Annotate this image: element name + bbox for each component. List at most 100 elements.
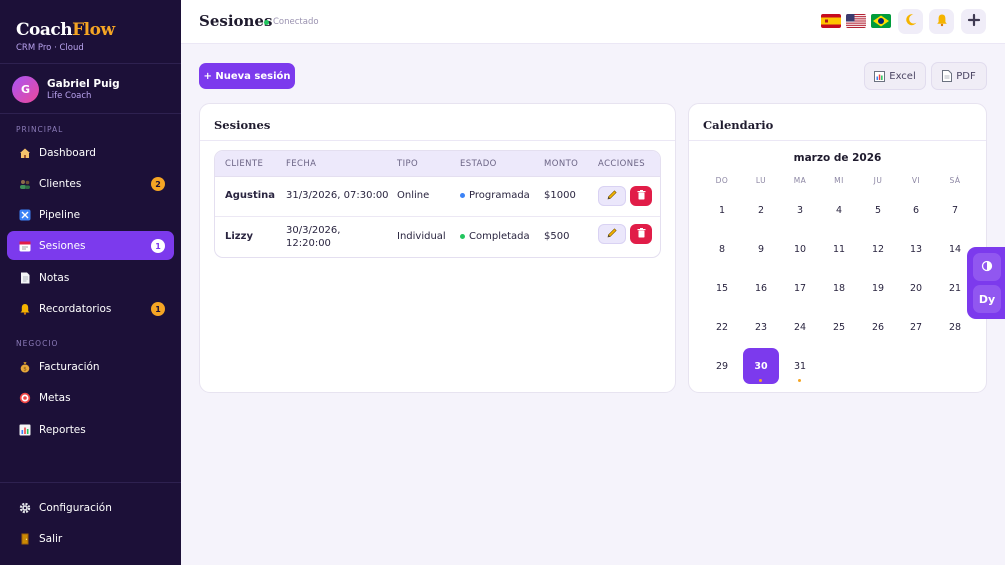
sidebar-item-clientes[interactable]: Clientes 2 — [7, 169, 174, 198]
section-label-negocio: NEGOCIO — [16, 339, 59, 348]
calendar-day-number: 18 — [832, 282, 846, 294]
weekday-label: JU — [873, 176, 883, 185]
target-icon — [18, 391, 31, 404]
contrast-icon — [981, 260, 993, 275]
sidebar-item-facturacion[interactable]: $ Facturación — [7, 352, 174, 381]
calendar-day[interactable]: 18 — [821, 270, 857, 306]
svg-text:$: $ — [23, 366, 27, 372]
sidebar-item-pipeline[interactable]: Pipeline — [7, 200, 174, 229]
delete-button[interactable] — [630, 224, 652, 244]
table-row[interactable]: Agustina 31/3/2026, 07:30:00 Online Prog… — [215, 177, 660, 217]
calendar-day[interactable]: 10 — [782, 231, 818, 267]
calendar-day[interactable]: 15 — [704, 270, 740, 306]
calendar-day[interactable]: 11 — [821, 231, 857, 267]
user-name: Gabriel Puig — [47, 78, 120, 90]
calendar-day[interactable]: 1 — [704, 192, 740, 228]
sidebar-item-label: Salir — [39, 532, 63, 545]
column-header[interactable]: TIPO — [397, 159, 418, 169]
calendar-day[interactable]: 6 — [898, 192, 934, 228]
export-pdf-button[interactable]: PDF — [931, 62, 987, 90]
moon-icon — [904, 13, 918, 30]
calendar-day[interactable]: 23 — [743, 309, 779, 345]
connection-status-label: Conectado — [273, 17, 319, 27]
column-header[interactable]: MONTO — [544, 159, 578, 169]
sessions-card: Sesiones CLIENTE FECHA TIPO ESTADO MONTO… — [199, 103, 676, 393]
calendar-day[interactable]: 7 — [937, 192, 973, 228]
status-dot-icon — [460, 192, 465, 198]
bell-icon — [935, 13, 949, 30]
spreadsheet-icon — [874, 70, 886, 82]
status-dot-icon — [460, 233, 465, 239]
flag-es-icon[interactable] — [821, 14, 841, 28]
sidebar-item-reportes[interactable]: Reportes — [7, 415, 174, 444]
home-icon — [18, 146, 31, 159]
sidebar-item-sesiones[interactable]: Sesiones 1 — [7, 231, 174, 260]
calendar-day-number: 8 — [718, 243, 726, 255]
notifications-button[interactable] — [929, 9, 954, 34]
calendar-day[interactable]: 17 — [782, 270, 818, 306]
calendar-day[interactable]: 8 — [704, 231, 740, 267]
brand-name-part1: Coach — [16, 20, 73, 40]
calendar-day[interactable]: 19 — [860, 270, 896, 306]
column-header[interactable]: ACCIONES — [598, 159, 645, 169]
cell-monto: $500 — [544, 231, 570, 242]
new-session-button[interactable]: + Nueva sesión — [199, 63, 295, 89]
sidebar-item-metas[interactable]: Metas — [7, 383, 174, 412]
calendar-day-number: 22 — [715, 321, 729, 333]
calendar-day[interactable]: 2 — [743, 192, 779, 228]
flag-br-icon[interactable] — [871, 14, 891, 28]
column-header[interactable]: FECHA — [286, 159, 316, 169]
calendar-day[interactable]: 3 — [782, 192, 818, 228]
delete-button[interactable] — [630, 186, 652, 206]
contrast-button[interactable] — [973, 253, 1001, 281]
calendar-day[interactable]: 29 — [704, 348, 740, 384]
divider — [0, 63, 181, 64]
weekday-label: MA — [793, 176, 807, 185]
calendar-day-number: 24 — [793, 321, 807, 333]
calendar-day[interactable]: 9 — [743, 231, 779, 267]
calendar-day[interactable]: 5 — [860, 192, 896, 228]
calendar-day[interactable]: 25 — [821, 309, 857, 345]
calendar-day[interactable]: 26 — [860, 309, 896, 345]
column-header[interactable]: ESTADO — [460, 159, 497, 169]
event-dot-icon — [798, 379, 801, 382]
calendar-day[interactable]: 12 — [860, 231, 896, 267]
calendar-day[interactable]: 24 — [782, 309, 818, 345]
theme-toggle-button[interactable] — [898, 9, 923, 34]
export-excel-button[interactable]: Excel — [864, 62, 926, 90]
calendar-day-today[interactable]: 30 — [743, 348, 779, 384]
brand-logo[interactable]: CoachFlow — [16, 20, 115, 40]
calendar-day[interactable]: 16 — [743, 270, 779, 306]
calendar-card: Calendario marzo de 2026 DO LU MA MI JU VI SÁ 1… — [688, 103, 987, 393]
calendar-month-label: marzo de 2026 — [793, 152, 882, 164]
cell-monto: $1000 — [544, 190, 576, 201]
column-header[interactable]: CLIENTE — [225, 159, 263, 169]
calendar-day[interactable]: 27 — [898, 309, 934, 345]
sidebar-item-label: Dashboard — [39, 146, 96, 159]
calendar-day[interactable]: 4 — [821, 192, 857, 228]
flag-us-icon[interactable] — [846, 14, 866, 28]
weekday-label: LU — [755, 176, 767, 185]
sidebar-item-recordatorios[interactable]: Recordatorios 1 — [7, 294, 174, 323]
cell-tipo: Online — [397, 190, 430, 201]
calendar-day[interactable]: 22 — [704, 309, 740, 345]
badge-count: 2 — [151, 177, 165, 191]
dyslexia-font-button[interactable]: Dy — [973, 285, 1001, 313]
sidebar-item-notas[interactable]: Notas — [7, 263, 174, 292]
calendar-day[interactable]: 13 — [898, 231, 934, 267]
sidebar-item-label: Pipeline — [39, 208, 81, 221]
sidebar-item-configuracion[interactable]: Configuración — [7, 493, 174, 522]
cell-fecha: 31/3/2026, 07:30:00 — [286, 190, 389, 201]
user-profile[interactable]: G Gabriel Puig Life Coach — [12, 76, 120, 103]
sidebar-item-dashboard[interactable]: Dashboard — [7, 138, 174, 167]
table-row[interactable]: Lizzy 30/3/2026, 12:20:00 Individual Com… — [215, 216, 660, 256]
sidebar-item-salir[interactable]: Salir — [7, 524, 174, 553]
add-button[interactable] — [961, 9, 986, 34]
calendar-day[interactable]: 31 — [782, 348, 818, 384]
edit-button[interactable] — [598, 224, 626, 244]
calendar-day[interactable]: 20 — [898, 270, 934, 306]
calendar-day-number: 29 — [715, 360, 729, 372]
trash-icon — [637, 189, 646, 203]
calendar-day-number: 28 — [948, 321, 962, 333]
edit-button[interactable] — [598, 186, 626, 206]
